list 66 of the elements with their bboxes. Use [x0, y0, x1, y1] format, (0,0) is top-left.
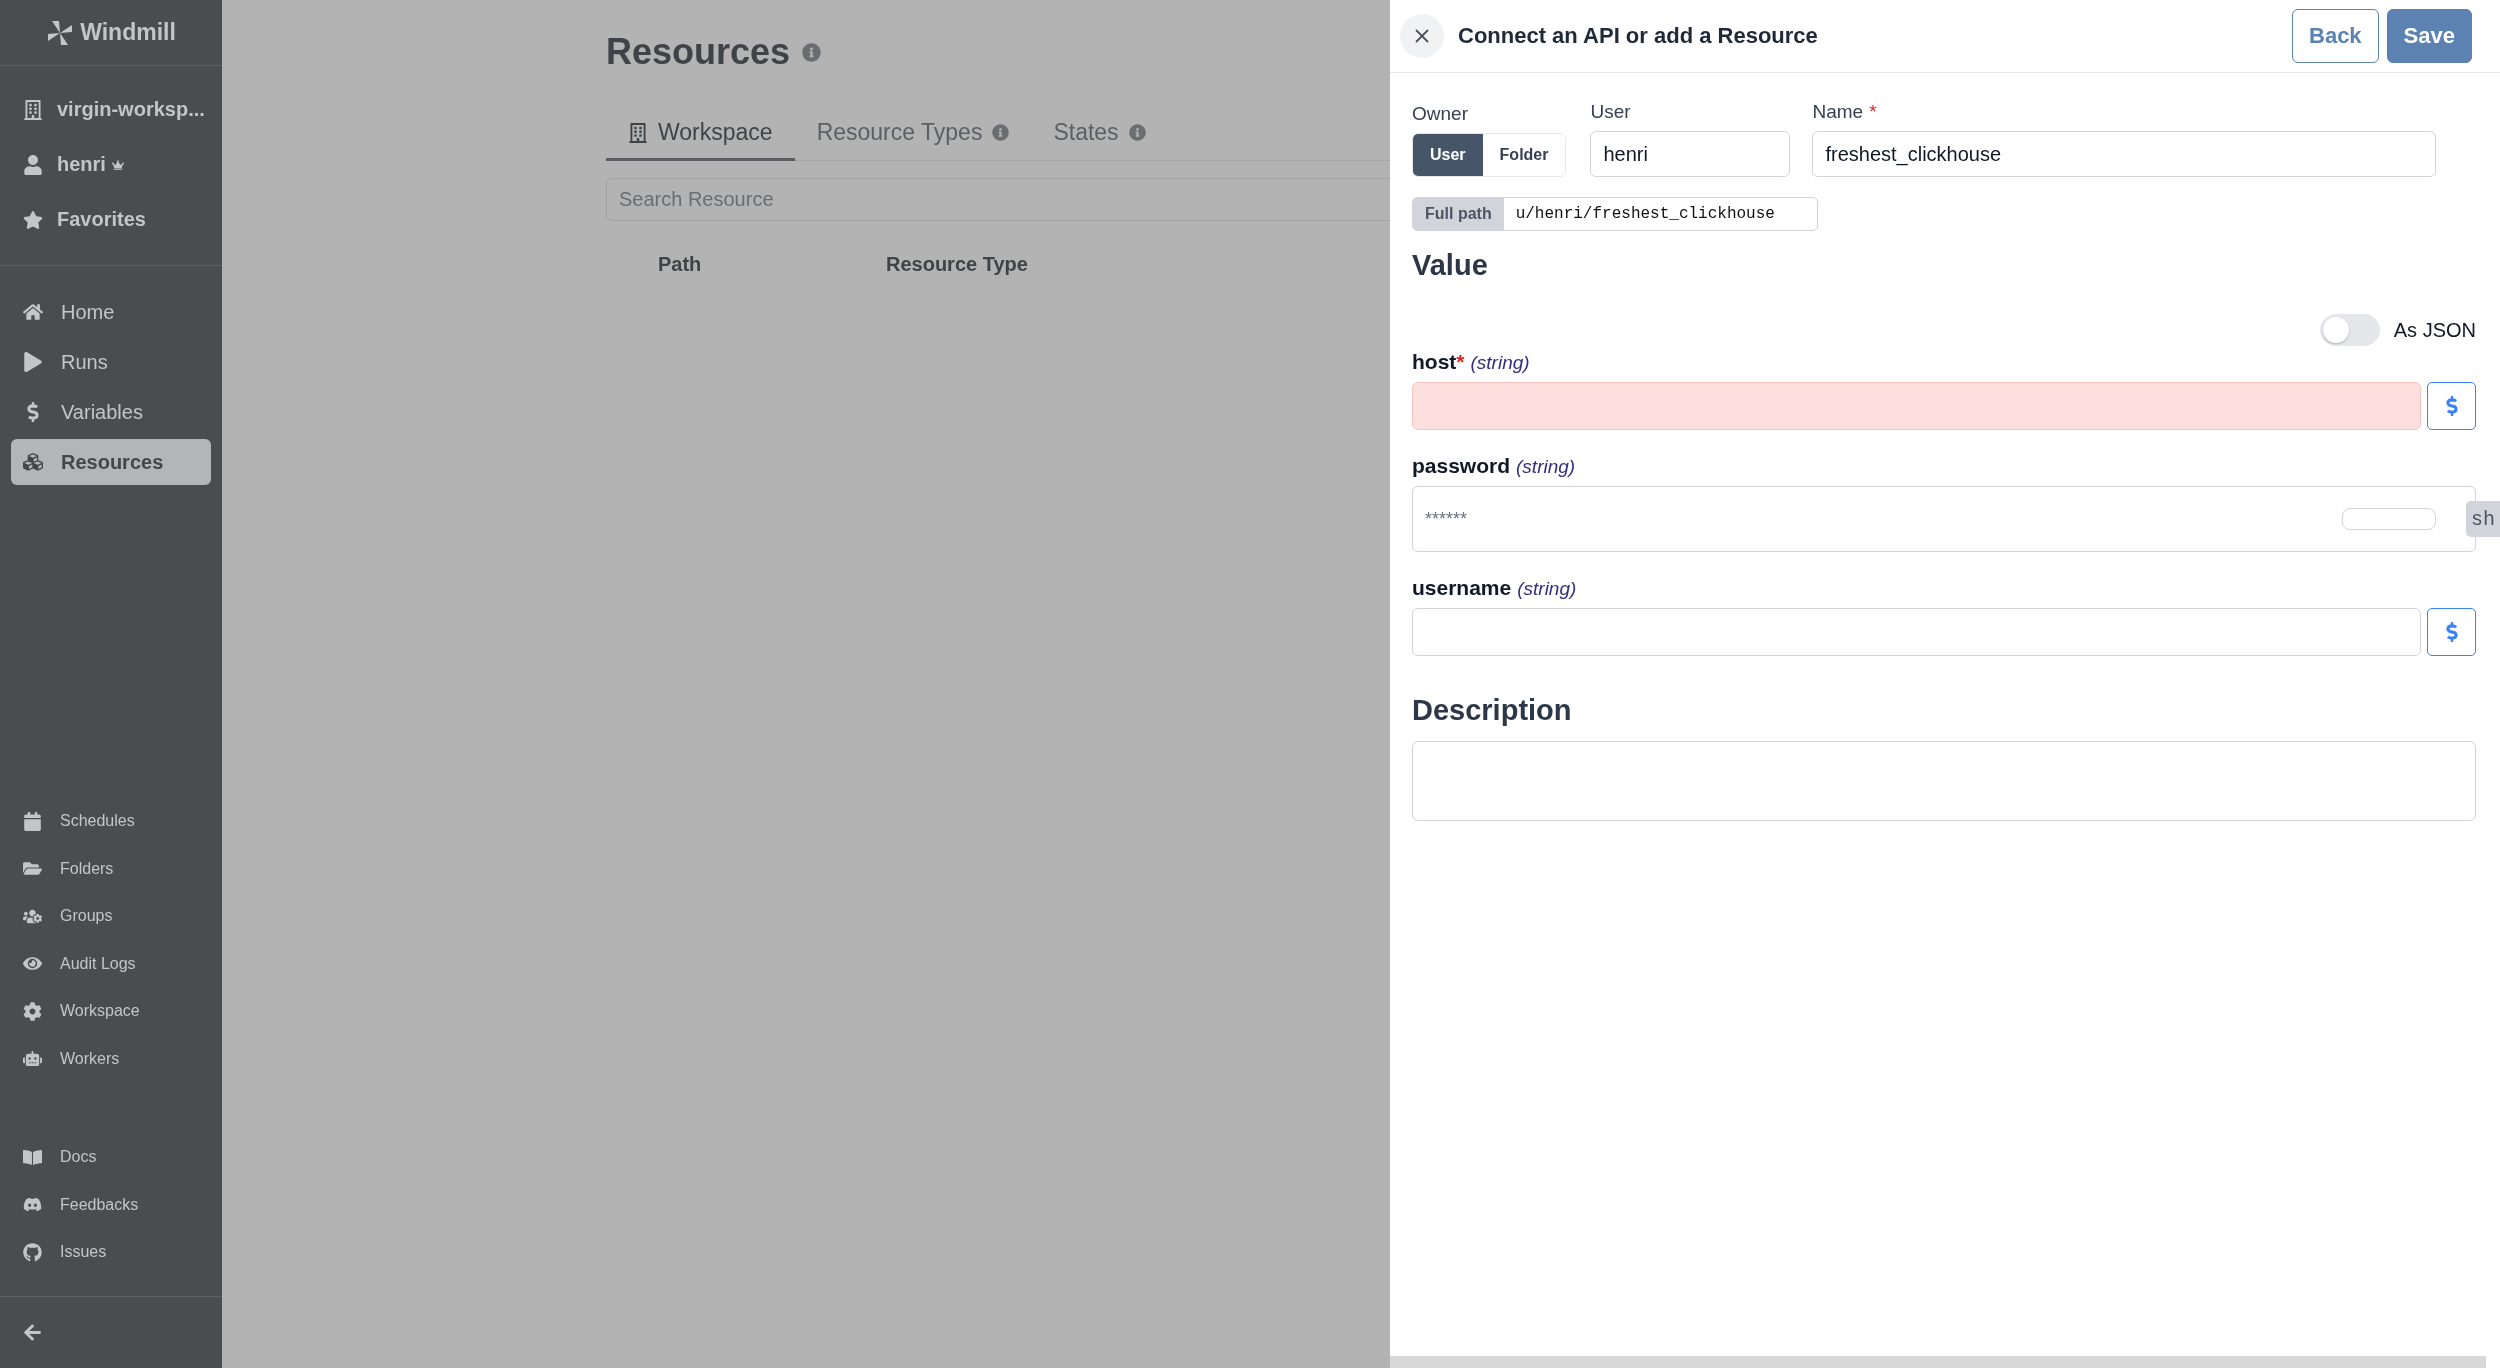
- close-button[interactable]: [1400, 14, 1444, 58]
- windmill-logo-icon: [46, 18, 75, 47]
- field-label: Name *: [1812, 101, 1878, 123]
- nav-item[interactable]: Issues: [11, 1228, 211, 1276]
- field-label: Owner: [1412, 103, 1469, 125]
- nav-item[interactable]: Docs: [11, 1133, 211, 1181]
- page-title: Resources: [606, 31, 791, 73]
- input-field[interactable]: [1412, 382, 2421, 430]
- input-field[interactable]: [2342, 508, 2436, 530]
- play-icon: [23, 352, 43, 372]
- search-field[interactable]: Search Resource: [606, 178, 1390, 221]
- favorites-menu[interactable]: Favorites: [0, 192, 222, 247]
- tab[interactable]: Workspace: [606, 107, 795, 161]
- building-icon: [23, 99, 43, 120]
- nav-item[interactable]: Folders: [11, 845, 211, 893]
- tab[interactable]: Resource Types: [794, 107, 1032, 161]
- variable-button[interactable]: [2427, 382, 2476, 430]
- toggle-option[interactable]: User: [1413, 134, 1483, 176]
- scrollbar[interactable]: [1390, 1356, 2486, 1368]
- switch-label: As JSON: [2393, 318, 2476, 342]
- variable-button[interactable]: [2427, 608, 2476, 656]
- user-menu[interactable]: henri: [0, 137, 222, 192]
- full-path-field: Full path u/henri/freshest_clickhouse: [1412, 197, 1818, 231]
- section-heading: Description: [1412, 694, 1573, 727]
- nav-item[interactable]: Home: [11, 287, 211, 337]
- crown-icon: [111, 158, 124, 171]
- calendar-icon: [23, 811, 42, 831]
- nav-item[interactable]: Feedbacks: [11, 1181, 211, 1229]
- tab[interactable]: States: [1031, 107, 1168, 161]
- nav-item[interactable]: Audit Logs: [11, 940, 211, 988]
- nav-item[interactable]: Workers: [11, 1035, 211, 1083]
- nav-item[interactable]: Schedules: [11, 797, 211, 845]
- workspace-menu[interactable]: virgin-worksp...: [0, 82, 222, 137]
- field-label: password (string): [1412, 454, 1577, 478]
- input-field[interactable]: henri: [1590, 131, 1791, 177]
- description-field[interactable]: [1412, 741, 2476, 821]
- nav-item[interactable]: Runs: [11, 337, 211, 387]
- github-icon: [23, 1242, 42, 1262]
- nav-item[interactable]: Variables: [11, 387, 211, 437]
- star-icon: [23, 209, 43, 230]
- section-heading: Value: [1412, 249, 1489, 282]
- robot-icon: [23, 1049, 42, 1069]
- home-icon: [23, 302, 43, 322]
- input-field[interactable]: [1412, 608, 2421, 656]
- settings-icon: [23, 1001, 42, 1021]
- nav-item[interactable]: Groups: [11, 892, 211, 940]
- user-icon: [23, 154, 43, 175]
- column-header: Path: [658, 253, 703, 276]
- show-button[interactable]: sh: [2466, 501, 2500, 537]
- drawer-title: Connect an API or add a Resource: [1458, 23, 1819, 49]
- back-button[interactable]: Back: [2292, 9, 2379, 63]
- collapse-sidebar-icon[interactable]: [23, 1323, 42, 1342]
- save-button[interactable]: Save: [2386, 9, 2472, 63]
- info-icon: [802, 42, 822, 62]
- input-field[interactable]: freshest_clickhouse: [1812, 131, 2437, 177]
- book-icon: [23, 1147, 42, 1167]
- field-label: User: [1590, 101, 1632, 123]
- column-header: Resource Type: [886, 253, 1029, 276]
- nav-item[interactable]: Resources: [11, 439, 211, 485]
- field-label: username (string): [1412, 576, 1578, 600]
- building-icon: [628, 122, 648, 143]
- nav-item[interactable]: Workspace: [11, 987, 211, 1035]
- app-logo: Windmill: [80, 19, 176, 46]
- toggle-switch[interactable]: [2319, 314, 2380, 346]
- cubes-icon: [23, 452, 43, 472]
- field-label: host* (string): [1412, 350, 1531, 374]
